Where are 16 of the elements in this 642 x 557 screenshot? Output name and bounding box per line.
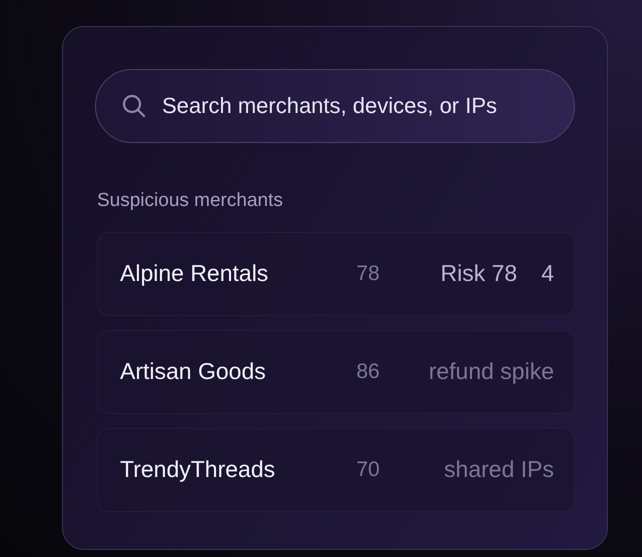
- count: 4: [541, 259, 554, 288]
- merchant-name: Alpine Rentals: [120, 259, 270, 288]
- risk-score: 70: [355, 456, 381, 483]
- risk-score: 86: [355, 358, 381, 385]
- risk-score: 78: [355, 260, 381, 287]
- section-title: Suspicious merchants: [96, 189, 284, 213]
- merchant-name: Artisan Goods: [120, 357, 267, 386]
- risk-note: shared IPs: [444, 455, 554, 484]
- merchant-row[interactable]: TrendyThreads 70 shared IPs: [97, 428, 575, 512]
- merchant-row[interactable]: Alpine Rentals 78 Risk 78 4: [97, 232, 575, 316]
- search-icon: [121, 93, 147, 119]
- risk-note: refund spike: [428, 357, 554, 386]
- merchant-row[interactable]: Artisan Goods 86 refund spike: [97, 330, 575, 414]
- search-field[interactable]: Search merchants, devices, or IPs: [95, 69, 575, 143]
- risk-note: Risk 78: [440, 259, 518, 288]
- merchant-name: TrendyThreads: [120, 455, 276, 484]
